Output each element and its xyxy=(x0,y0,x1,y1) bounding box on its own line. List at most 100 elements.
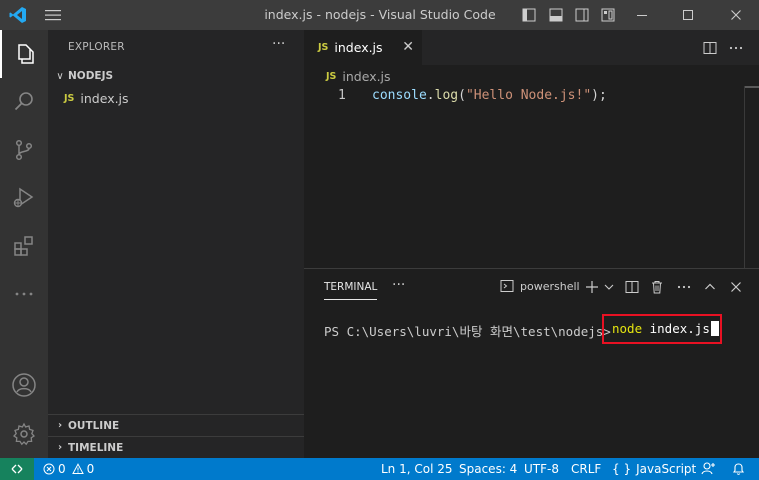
close-tab-icon[interactable]: ✕ xyxy=(402,39,414,55)
section-outline-label: OUTLINE xyxy=(68,419,120,432)
panel-more-actions-icon[interactable] xyxy=(676,279,692,295)
line-ending[interactable]: CRLF xyxy=(571,462,601,476)
maximize-panel-icon[interactable] xyxy=(702,279,718,295)
run-debug-icon xyxy=(13,187,34,208)
indentation[interactable]: Spaces: 4 xyxy=(459,462,517,476)
title-bar: index.js - nodejs - Visual Studio Code xyxy=(0,0,759,30)
activity-explorer[interactable] xyxy=(0,30,48,78)
javascript-file-icon: JS xyxy=(64,92,75,104)
token-method: log xyxy=(434,88,459,103)
tab-terminal[interactable]: TERMINAL xyxy=(324,281,378,300)
language-name: JavaScript xyxy=(636,462,697,476)
editor-tab-bar: JS index.js ✕ xyxy=(304,30,759,65)
explorer-icon xyxy=(18,44,34,64)
folder-row-nodejs[interactable]: ∨ NODEJS xyxy=(48,65,304,87)
account-icon xyxy=(12,373,36,397)
explorer-sidebar: EXPLORER ··· ∨ NODEJS JS index.js › OUTL… xyxy=(48,30,304,458)
terminal-icon xyxy=(500,280,514,292)
close-window-button[interactable] xyxy=(713,0,759,30)
javascript-file-icon: JS xyxy=(318,42,329,53)
extensions-icon xyxy=(14,236,33,256)
section-timeline-label: TIMELINE xyxy=(68,441,124,454)
tab-index-js[interactable]: JS index.js ✕ xyxy=(304,30,422,65)
warning-count: 0 xyxy=(86,462,95,476)
activity-more[interactable] xyxy=(0,270,48,318)
maximize-icon xyxy=(683,10,693,20)
sidebar-header: EXPLORER xyxy=(68,41,125,53)
chevron-right-icon: › xyxy=(57,420,63,431)
encoding[interactable]: UTF-8 xyxy=(524,462,559,476)
toggle-panel-icon[interactable] xyxy=(549,8,563,22)
terminal-shell-selector[interactable]: powershell xyxy=(500,279,580,293)
sidebar-more-actions-icon[interactable]: ··· xyxy=(272,36,285,52)
vscode-logo-icon xyxy=(9,7,26,23)
code-line: console.log("Hello Node.js!"); xyxy=(372,88,607,103)
terminal-prompt: PS C:\Users\luvri\바탕 화면\test\nodejs> xyxy=(324,324,619,339)
minimap[interactable] xyxy=(745,86,759,88)
bell-icon xyxy=(732,463,745,475)
trash-icon[interactable] xyxy=(649,279,665,295)
token-close: ); xyxy=(591,88,607,103)
command-name: node xyxy=(612,321,643,336)
token-string: "Hello Node.js!" xyxy=(465,88,592,103)
activity-accounts[interactable] xyxy=(0,361,48,409)
notifications-button[interactable] xyxy=(731,461,746,479)
code-editor[interactable]: 1 console.log("Hello Node.js!"); xyxy=(304,86,744,106)
source-control-icon xyxy=(15,139,33,161)
activity-extensions[interactable] xyxy=(0,222,48,270)
line-number: 1 xyxy=(338,88,346,103)
activity-bar xyxy=(0,30,48,458)
status-bar: 0 0 Ln 1, Col 25 Spaces: 4 UTF-8 CRLF { … xyxy=(0,458,759,480)
window-title: index.js - nodejs - Visual Studio Code xyxy=(264,7,496,22)
command-args: index.js xyxy=(642,321,710,336)
activity-run-debug[interactable] xyxy=(0,174,48,222)
token-dot: . xyxy=(426,88,435,103)
warning-icon xyxy=(71,463,84,474)
chevron-right-icon: › xyxy=(57,442,63,453)
terminal-cursor xyxy=(710,321,719,336)
error-count: 0 xyxy=(58,462,66,476)
file-row-index-js[interactable]: JS index.js xyxy=(48,87,304,109)
feedback-button[interactable] xyxy=(701,461,716,479)
folder-name: NODEJS xyxy=(68,70,114,82)
remote-icon xyxy=(11,464,23,474)
search-icon xyxy=(14,92,33,111)
cursor-position[interactable]: Ln 1, Col 25 xyxy=(381,462,453,476)
braces-icon: { } xyxy=(612,462,632,476)
minimize-button[interactable] xyxy=(619,0,665,30)
section-timeline[interactable]: › TIMELINE xyxy=(48,436,304,458)
token-open-paren: ( xyxy=(458,88,466,103)
token-object: console xyxy=(372,88,427,103)
feedback-icon xyxy=(701,462,715,475)
hamburger-menu-icon[interactable] xyxy=(44,8,62,22)
activity-source-control[interactable] xyxy=(0,126,48,174)
more-icon xyxy=(15,292,33,296)
minimize-icon xyxy=(637,15,647,16)
new-terminal-icon[interactable] xyxy=(584,279,600,295)
tab-label: index.js xyxy=(334,40,383,55)
settings-gear-icon xyxy=(12,422,36,446)
panel-more-tabs-icon[interactable]: ··· xyxy=(392,277,405,293)
editor-scrollbar[interactable] xyxy=(744,86,745,268)
toggle-primary-sidebar-icon[interactable] xyxy=(522,8,536,22)
split-terminal-icon[interactable] xyxy=(624,279,640,295)
problems-indicator[interactable]: 0 0 xyxy=(43,462,94,476)
editor-more-actions-icon[interactable] xyxy=(728,40,744,56)
activity-search[interactable] xyxy=(0,78,48,126)
chevron-down-icon[interactable] xyxy=(601,279,617,295)
section-outline[interactable]: › OUTLINE xyxy=(48,414,304,436)
remote-indicator[interactable] xyxy=(0,458,34,480)
close-icon xyxy=(731,10,741,20)
split-editor-icon[interactable] xyxy=(702,40,718,56)
language-mode[interactable]: { } JavaScript xyxy=(612,462,696,476)
terminal-command[interactable]: node index.js xyxy=(612,321,719,336)
shell-name: powershell xyxy=(520,279,580,293)
breadcrumb[interactable]: JS index.js xyxy=(304,65,759,87)
close-panel-icon[interactable] xyxy=(728,279,744,295)
customize-layout-icon[interactable] xyxy=(601,8,615,22)
toggle-secondary-sidebar-icon[interactable] xyxy=(575,8,589,22)
activity-manage[interactable] xyxy=(0,410,48,458)
chevron-down-icon: ∨ xyxy=(56,70,64,82)
maximize-button[interactable] xyxy=(665,0,711,30)
error-icon xyxy=(43,463,55,475)
